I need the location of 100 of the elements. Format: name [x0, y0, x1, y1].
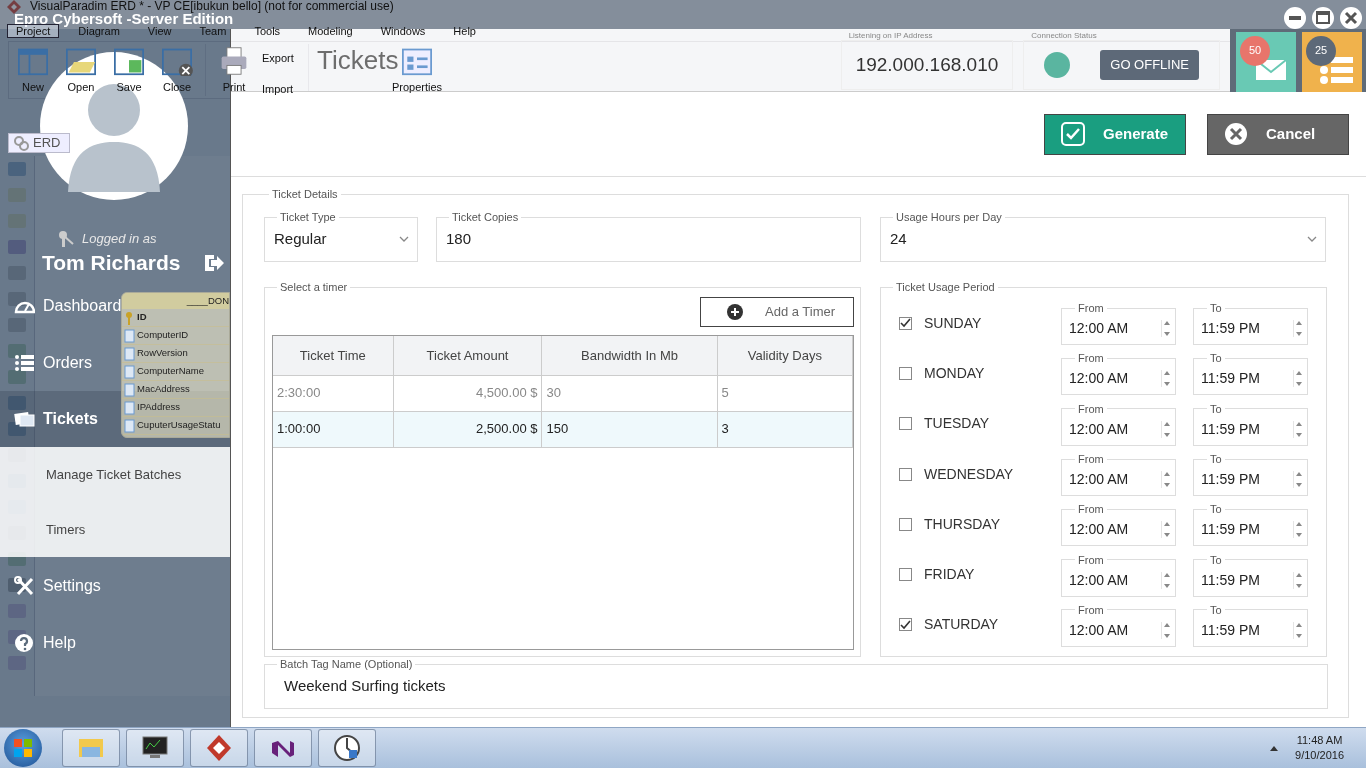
day-label: SUNDAY	[924, 313, 983, 333]
menu-item[interactable]: Modeling	[300, 25, 361, 37]
spinner-icon[interactable]	[1161, 471, 1171, 489]
spinner-icon[interactable]	[1293, 471, 1303, 489]
day-label: SATURDAY	[924, 615, 1000, 635]
time-field[interactable]: 11:59 PM	[1201, 415, 1303, 443]
time-field[interactable]: 12:00 AM	[1069, 315, 1171, 343]
menu-item[interactable]: Windows	[372, 25, 434, 37]
nav-item[interactable]: Dashboard	[14, 293, 122, 318]
field-value: 180	[446, 229, 472, 250]
time-field[interactable]: 12:00 AM	[1069, 466, 1171, 494]
spinner-icon[interactable]	[1161, 621, 1171, 639]
time-field[interactable]: 11:59 PM	[1201, 466, 1303, 494]
menu-item[interactable]: Help	[445, 25, 484, 37]
select-field[interactable]: 24	[888, 224, 1319, 255]
menu-item[interactable]: Tools	[246, 25, 289, 37]
ribbon-icon	[111, 46, 147, 76]
checkbox[interactable]	[899, 517, 912, 531]
spinner-icon[interactable]	[1293, 571, 1303, 589]
ribbon-button[interactable]: Save	[105, 44, 153, 96]
day-label: THURSDAY	[924, 514, 1001, 534]
up-arrow-icon[interactable]	[1269, 744, 1280, 752]
nav-item[interactable]: Tickets	[14, 407, 98, 431]
spinner-icon[interactable]	[1293, 320, 1303, 338]
spinner-icon[interactable]	[1161, 320, 1171, 338]
taskbar-button[interactable]	[254, 729, 312, 767]
close-icon[interactable]	[1340, 7, 1362, 29]
field-label: From	[1077, 552, 1105, 567]
time-field[interactable]: 11:59 PM	[1201, 315, 1303, 343]
field-label: Ticket Details	[271, 187, 339, 201]
checkbox[interactable]	[899, 417, 912, 431]
field-value: 12:00 AM	[1069, 319, 1129, 339]
nav-item[interactable]: Orders	[14, 350, 92, 375]
add-timer-button[interactable]: Add a Timer	[700, 297, 854, 327]
caret-icon	[399, 236, 409, 243]
go-offline-button[interactable]: GO OFFLINE	[1100, 50, 1199, 80]
checkbox[interactable]	[899, 366, 912, 380]
taskbar-button[interactable]	[318, 729, 376, 767]
ribbon-button[interactable]: New	[9, 44, 57, 96]
nav-item[interactable]: Settings	[14, 573, 101, 598]
spinner-icon[interactable]	[1293, 621, 1303, 639]
checkbox[interactable]	[899, 618, 912, 632]
page-title: Tickets	[317, 43, 399, 77]
menu-item[interactable]: View	[139, 25, 180, 37]
table-cell: 4,500.00 $	[393, 375, 542, 411]
time-field[interactable]: 11:59 PM	[1201, 516, 1303, 544]
field-value: 11:59 PM	[1201, 369, 1260, 389]
checkbox[interactable]	[899, 568, 912, 582]
menu-item[interactable]: Diagram	[70, 25, 128, 37]
time-field[interactable]: 12:00 AM	[1069, 516, 1171, 544]
ribbon-button[interactable]: Export	[262, 50, 300, 67]
time-field[interactable]: 12:00 AM	[1069, 616, 1171, 644]
select-field[interactable]: Regular	[272, 224, 411, 255]
submenu-item[interactable]: Timers	[46, 502, 86, 557]
notification-tile[interactable]: 25	[1302, 31, 1362, 92]
count-badge: 50	[1240, 35, 1270, 66]
field-icon	[124, 418, 135, 433]
checkbox[interactable]	[899, 316, 912, 330]
spinner-icon[interactable]	[1293, 521, 1303, 539]
start-button[interactable]	[4, 729, 42, 767]
spinner-icon[interactable]	[1161, 521, 1171, 539]
count-badge: 25	[1306, 35, 1336, 66]
time-field[interactable]: 11:59 PM	[1201, 566, 1303, 594]
ip-address: 192.000.168.010	[854, 52, 1000, 77]
ribbon-button[interactable]: Open	[57, 44, 105, 96]
submenu-item[interactable]: Manage Ticket Batches	[46, 447, 182, 502]
window-title: VisualParadim ERD * - VP CE[ibukun bello] (not for commercial use)	[30, 0, 394, 13]
field-label: Ticket Type	[279, 210, 337, 224]
logout-icon[interactable]	[202, 252, 226, 274]
spinner-icon[interactable]	[1293, 420, 1303, 438]
close-icon	[1224, 122, 1248, 146]
table-cell: 5	[717, 375, 853, 411]
field-label: To	[1209, 301, 1223, 316]
spinner-icon[interactable]	[1161, 370, 1171, 388]
app-logo-icon	[6, 0, 22, 15]
field-icon	[124, 346, 135, 361]
status-label: Connection Status	[1030, 30, 1098, 40]
input-field[interactable]: Weekend Surfing tickets	[272, 671, 1321, 702]
field-label: To	[1209, 602, 1223, 617]
minimize-icon[interactable]	[1284, 7, 1306, 29]
maximize-icon[interactable]	[1312, 7, 1334, 29]
spinner-icon[interactable]	[1293, 370, 1303, 388]
time-field[interactable]: 11:59 PM	[1201, 616, 1303, 644]
checkbox[interactable]	[899, 467, 912, 481]
menu-item[interactable]: Team	[191, 25, 235, 37]
field-label: To	[1209, 401, 1223, 416]
field-icon	[124, 382, 135, 397]
cancel-button[interactable]: Cancel	[1207, 113, 1349, 155]
spinner-icon[interactable]	[1161, 571, 1171, 589]
ribbon-button[interactable]: Import	[262, 80, 300, 97]
diagram-tab[interactable]: ERD	[8, 133, 70, 153]
time-field[interactable]: 12:00 AM	[1069, 365, 1171, 393]
nav-item[interactable]: Help	[14, 630, 76, 655]
time-field[interactable]: 11:59 PM	[1201, 365, 1303, 393]
spinner-icon[interactable]	[1161, 420, 1171, 438]
taskbar-button[interactable]	[126, 729, 184, 767]
time-field[interactable]: 12:00 AM	[1069, 415, 1171, 443]
time-field[interactable]: 12:00 AM	[1069, 566, 1171, 594]
clock-icon	[332, 733, 362, 763]
input-field[interactable]: 180	[444, 224, 854, 255]
